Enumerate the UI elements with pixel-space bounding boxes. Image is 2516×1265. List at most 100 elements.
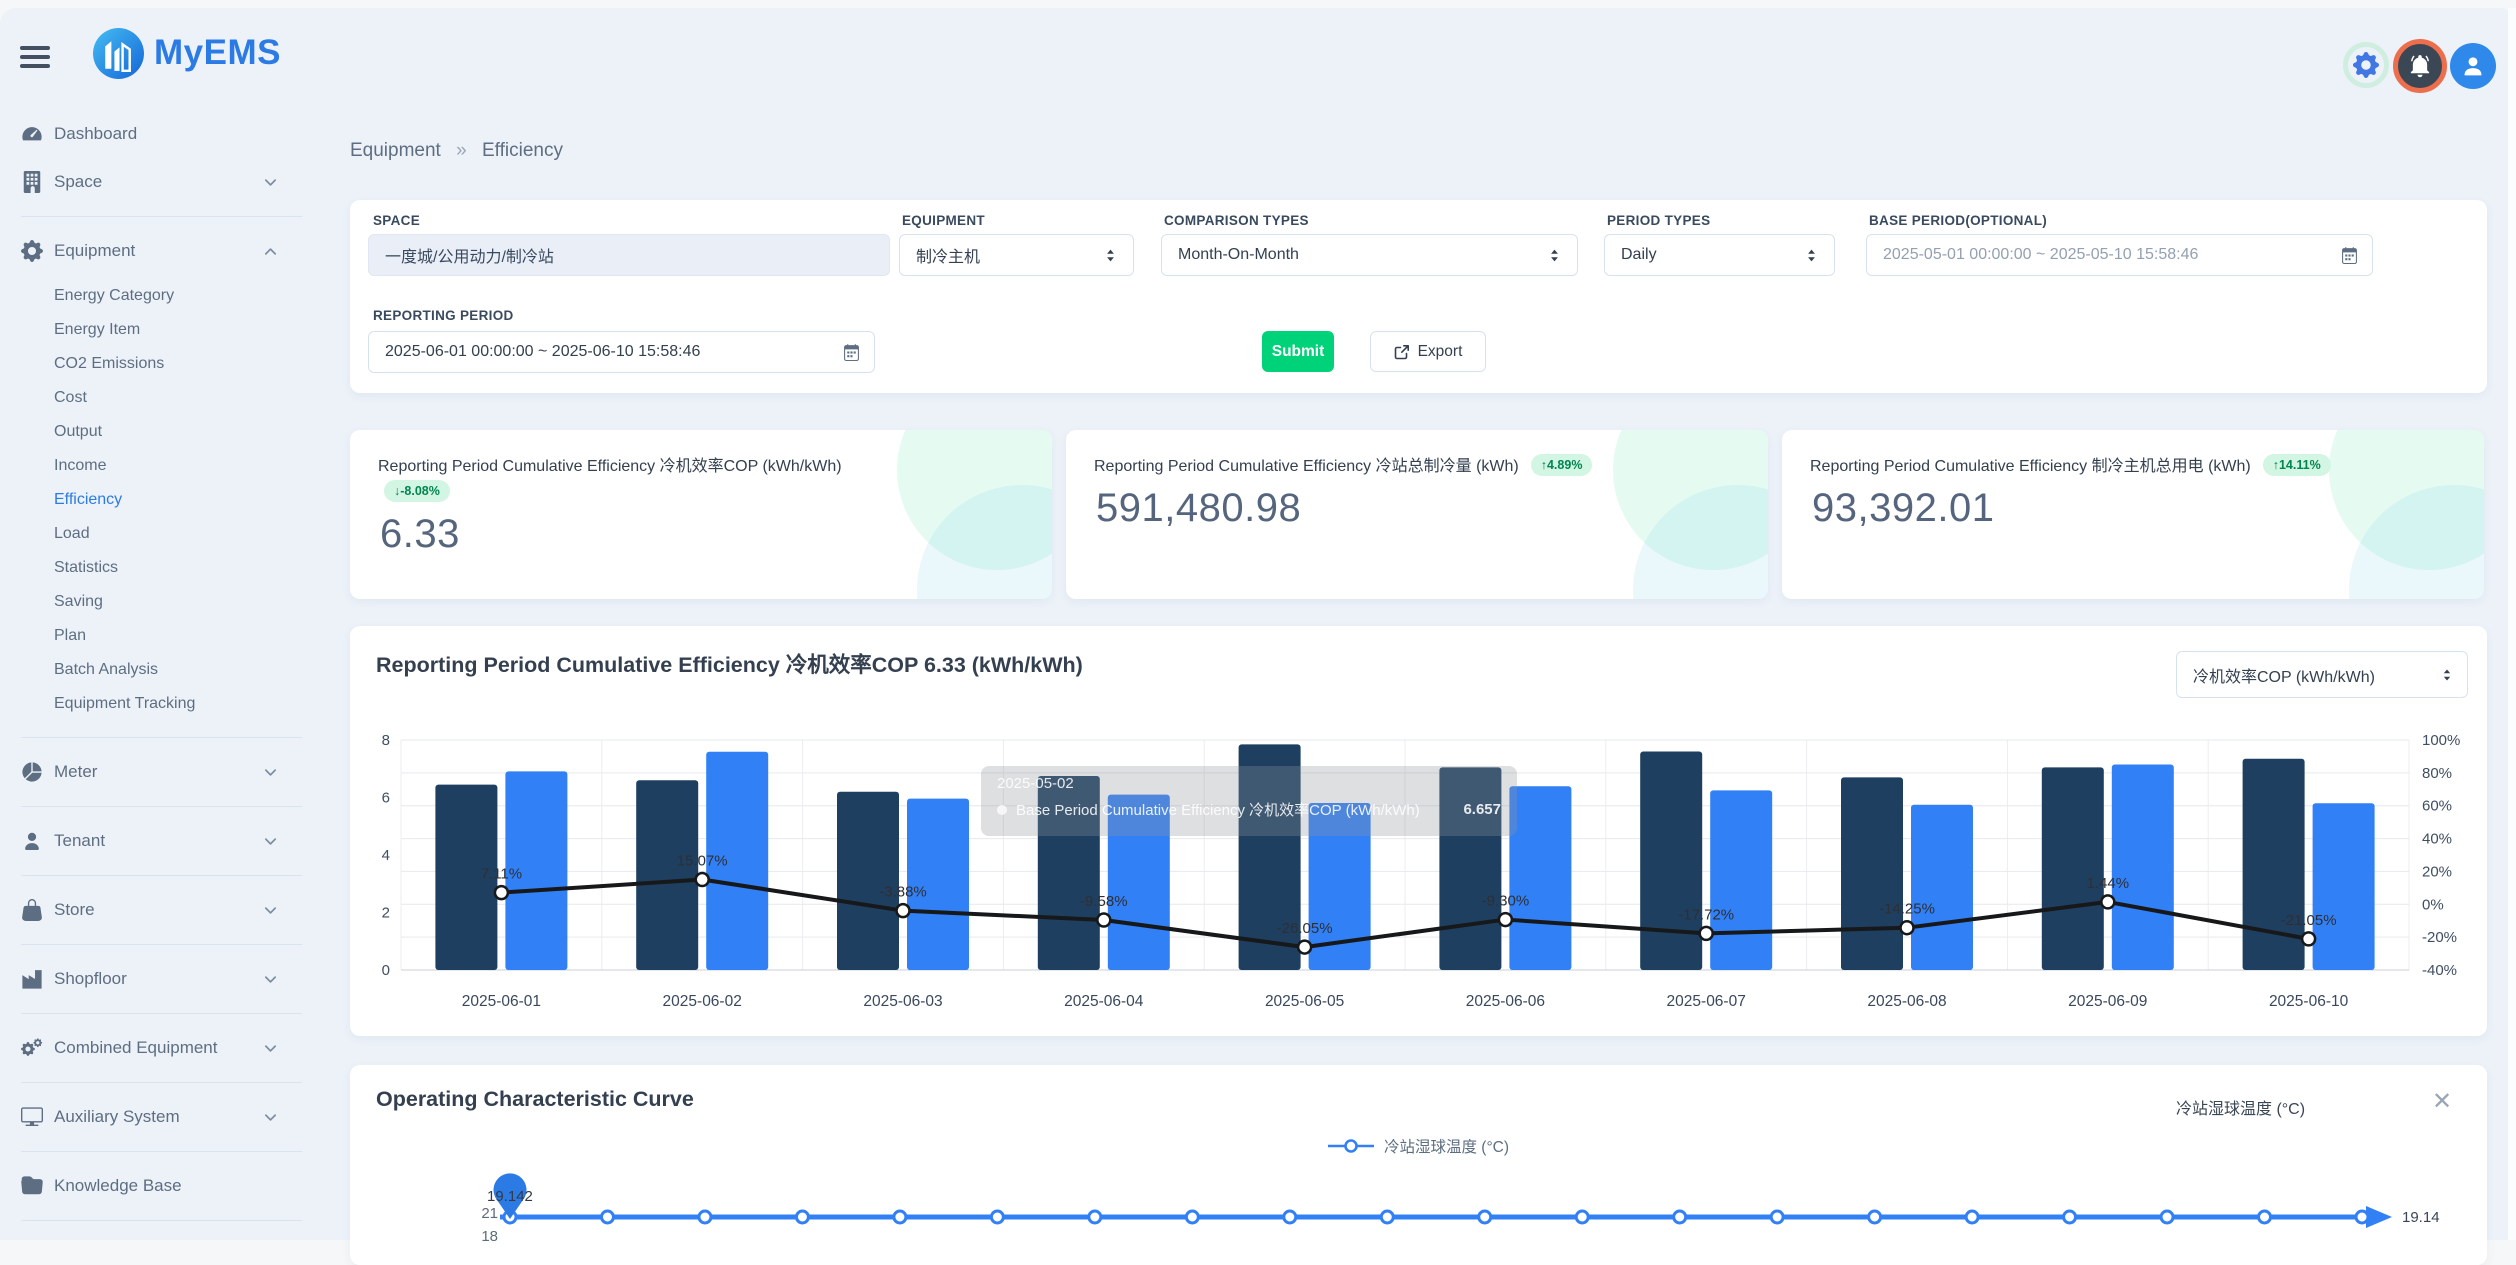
chevron-down-icon <box>263 1041 278 1056</box>
equipment-select[interactable]: 制冷主机 <box>899 234 1134 276</box>
sidebar-item-energy-item[interactable]: Energy Item <box>0 313 302 347</box>
sidebar-item-space[interactable]: Space <box>0 158 302 206</box>
base-period-label: BASE PERIOD(OPTIONAL) <box>1869 213 2047 228</box>
svg-text:-20%: -20% <box>2422 929 2457 946</box>
reporting-period-input[interactable]: 2025-06-01 00:00:00 ~ 2025-06-10 15:58:4… <box>368 331 875 373</box>
trend-badge: ↓-8.08% <box>384 480 450 502</box>
svg-text:-40%: -40% <box>2422 962 2457 979</box>
period-types-select[interactable]: Daily <box>1604 234 1835 276</box>
folder-icon <box>21 1175 43 1197</box>
sidebar-item-auxiliary-system[interactable]: Auxiliary System <box>0 1093 302 1141</box>
sidebar-item-cost[interactable]: Cost <box>0 381 302 415</box>
calendar-icon[interactable] <box>2341 247 2358 264</box>
chevron-down-icon <box>263 1110 278 1125</box>
factory-icon <box>21 968 43 990</box>
sidebar-divider <box>21 1220 302 1221</box>
sidebar-item-energy-category[interactable]: Energy Category <box>0 279 302 313</box>
sidebar-divider <box>21 875 302 876</box>
sidebar-item-plan[interactable]: Plan <box>0 619 302 653</box>
page-scrollbar[interactable] <box>2508 8 2516 1240</box>
sidebar-item-label: Meter <box>54 762 97 782</box>
svg-text:7.11%: 7.11% <box>481 866 522 883</box>
tooltip-series: Base Period Cumulative Efficiency 冷机效率CO… <box>1016 799 1454 820</box>
series-dot-icon <box>997 805 1007 815</box>
breadcrumb: Equipment » Efficiency <box>350 140 563 162</box>
curve-legend[interactable]: 冷站湿球温度 (°C) <box>350 1135 2487 1157</box>
sidebar-nav: Dashboard Space Equipment Energy CategoryEn… <box>0 110 302 1231</box>
sidebar-item-store[interactable]: Store <box>0 886 302 934</box>
svg-text:2025-06-05: 2025-06-05 <box>1265 993 1344 1010</box>
svg-text:15.07%: 15.07% <box>677 853 728 870</box>
chevron-down-icon <box>263 834 278 849</box>
chevron-up-icon <box>263 244 278 259</box>
svg-text:8: 8 <box>382 732 390 749</box>
sidebar-divider <box>21 944 302 945</box>
sidebar-item-meter[interactable]: Meter <box>0 748 302 796</box>
svg-text:40%: 40% <box>2422 831 2452 848</box>
svg-text:2025-06-03: 2025-06-03 <box>863 993 942 1010</box>
updown-arrows-icon <box>2439 667 2455 683</box>
notifications-button[interactable] <box>2393 39 2447 93</box>
space-input[interactable]: 一度城/公用动力/制冷站 <box>368 234 890 276</box>
comparison-types-select[interactable]: Month-On-Month <box>1161 234 1578 276</box>
sidebar-item-statistics[interactable]: Statistics <box>0 551 302 585</box>
close-icon[interactable]: ✕ <box>2432 1087 2452 1116</box>
sidebar-item-income[interactable]: Income <box>0 449 302 483</box>
sidebar-item-combined-equipment[interactable]: Combined Equipment <box>0 1024 302 1072</box>
sidebar-item-dashboard[interactable]: Dashboard <box>0 110 302 158</box>
svg-text:80%: 80% <box>2422 765 2452 782</box>
base-period-input[interactable]: 2025-05-01 00:00:00 ~ 2025-05-10 15:58:4… <box>1866 234 2373 276</box>
brand-logo[interactable]: MyEMS <box>92 26 312 80</box>
sidebar-item-load[interactable]: Load <box>0 517 302 551</box>
gears-icon <box>21 1037 43 1059</box>
sidebar-item-shopfloor[interactable]: Shopfloor <box>0 955 302 1003</box>
svg-text:-17.72%: -17.72% <box>1678 906 1734 923</box>
svg-text:-14.25%: -14.25% <box>1879 901 1935 918</box>
main-chart-title: Reporting Period Cumulative Efficiency 冷… <box>376 648 1083 679</box>
sidebar-item-batch-analysis[interactable]: Batch Analysis <box>0 653 302 687</box>
kpi-value: 6.33 <box>380 512 460 557</box>
pie-chart-icon <box>21 761 43 783</box>
operating-curve-canvas[interactable]: 19.142211819.14 <box>350 1165 2487 1265</box>
sidebar-item-label: Space <box>54 172 102 192</box>
kpi-card-3: Reporting Period Cumulative Efficiency 制… <box>1782 430 2484 599</box>
curve-parameter-label[interactable]: 冷站湿球温度 (°C) <box>2176 1095 2305 1119</box>
submit-button[interactable]: Submit <box>1262 331 1334 372</box>
svg-text:4: 4 <box>382 847 390 864</box>
tooltip-date: 2025-05-02 <box>997 775 1501 792</box>
sidebar-item-co2-emissions[interactable]: CO2 Emissions <box>0 347 302 381</box>
updown-arrows-icon <box>1546 247 1563 264</box>
account-button[interactable] <box>2450 43 2496 89</box>
updown-arrows-icon <box>1803 247 1820 264</box>
sidebar-item-efficiency[interactable]: Efficiency <box>0 483 302 517</box>
breadcrumb-equipment[interactable]: Equipment <box>350 140 441 161</box>
svg-text:19.142: 19.142 <box>487 1188 533 1205</box>
export-button[interactable]: Export <box>1370 331 1486 372</box>
chart-metric-select[interactable]: 冷机效率COP (kWh/kWh) <box>2176 651 2468 698</box>
calendar-icon[interactable] <box>843 344 860 361</box>
trend-badge: ↑4.89% <box>1531 454 1593 476</box>
svg-text:19.14: 19.14 <box>2402 1209 2440 1226</box>
bag-icon <box>21 899 43 921</box>
building-icon <box>21 171 43 193</box>
chevron-down-icon <box>263 765 278 780</box>
sidebar-divider <box>21 737 302 738</box>
sidebar-item-knowledge-base[interactable]: Knowledge Base <box>0 1162 302 1210</box>
equipment-label: EQUIPMENT <box>902 213 985 228</box>
sidebar-item-equipment-tracking[interactable]: Equipment Tracking <box>0 687 302 721</box>
sidebar-item-tenant[interactable]: Tenant <box>0 817 302 865</box>
svg-text:-26.05%: -26.05% <box>1277 920 1333 937</box>
sidebar-item-output[interactable]: Output <box>0 415 302 449</box>
breadcrumb-efficiency[interactable]: Efficiency <box>482 140 563 161</box>
bell-icon <box>2407 53 2433 79</box>
svg-text:2025-06-06: 2025-06-06 <box>1466 993 1545 1010</box>
sidebar-item-saving[interactable]: Saving <box>0 585 302 619</box>
svg-text:-9.30%: -9.30% <box>1482 893 1530 910</box>
svg-text:2025-06-01: 2025-06-01 <box>462 993 541 1010</box>
chevron-down-icon <box>263 903 278 918</box>
sidebar-item-equipment[interactable]: Equipment <box>0 227 302 275</box>
hamburger-menu-icon[interactable] <box>20 46 50 70</box>
settings-button[interactable] <box>2343 42 2389 88</box>
period-types-label: PERIOD TYPES <box>1607 213 1710 228</box>
sidebar-item-label: Knowledge Base <box>54 1176 182 1196</box>
